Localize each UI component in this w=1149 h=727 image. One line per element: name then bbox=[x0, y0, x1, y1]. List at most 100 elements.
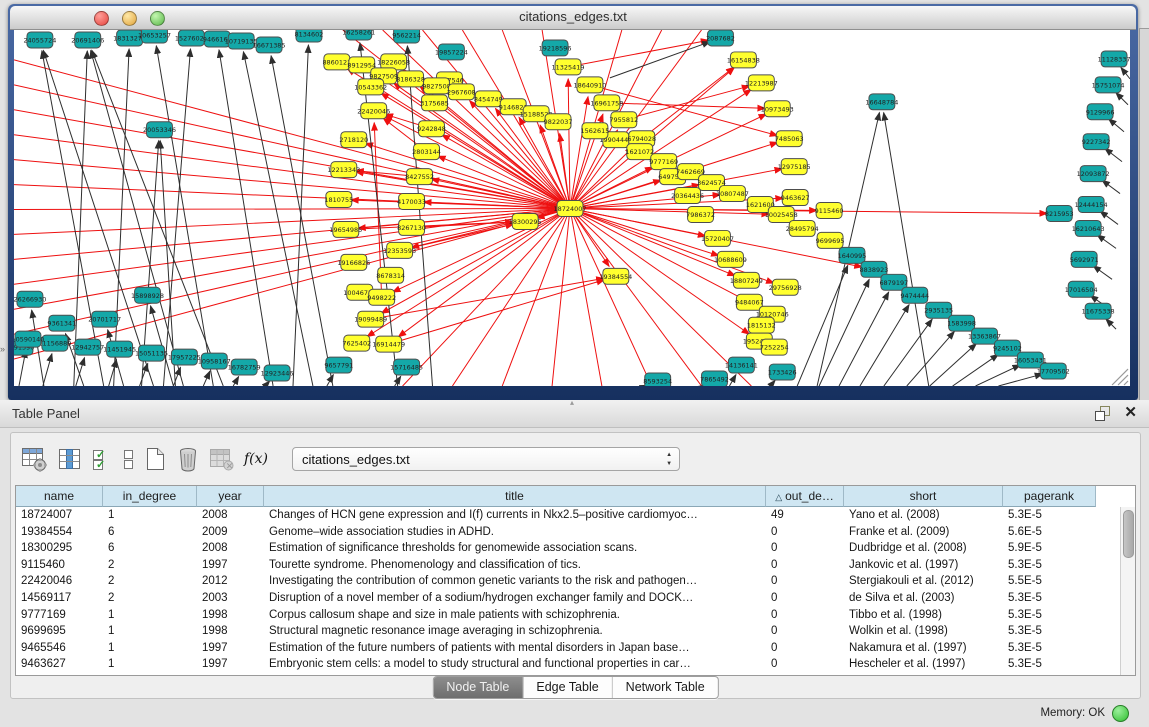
graph-node[interactable]: 12353593 bbox=[383, 242, 416, 258]
table-cell[interactable]: Estimation of significance thresholds fo… bbox=[264, 540, 766, 557]
graph-node[interactable]: 7485063 bbox=[775, 131, 804, 147]
table-cell[interactable]: 1 bbox=[103, 623, 197, 640]
scrollbar-thumb[interactable] bbox=[1123, 510, 1134, 558]
table-cell[interactable]: 5.9E-5 bbox=[1003, 540, 1096, 557]
column-header-short[interactable]: short bbox=[844, 486, 1003, 507]
graph-node[interactable]: 9474444 bbox=[900, 287, 929, 303]
table-cell[interactable]: Jankovic et al. (1997) bbox=[844, 557, 1003, 574]
graph-node[interactable]: 11325419 bbox=[552, 59, 585, 75]
table-cell[interactable]: 5.3E-5 bbox=[1003, 557, 1096, 574]
graph-node[interactable]: 8215953 bbox=[1045, 206, 1074, 222]
graph-node[interactable]: 18724007 bbox=[554, 201, 587, 217]
graph-node[interactable]: 18807249 bbox=[730, 272, 763, 288]
graph-node[interactable]: 10688609 bbox=[714, 251, 747, 267]
graph-node[interactable]: 7625402 bbox=[342, 335, 371, 351]
table-cell[interactable]: 1998 bbox=[197, 623, 264, 640]
new-column-button[interactable] bbox=[144, 446, 167, 472]
graph-node[interactable]: 19654985 bbox=[329, 221, 362, 237]
table-cell[interactable]: de Silva et al. (2003) bbox=[844, 590, 1003, 607]
table-cell[interactable]: 18724007 bbox=[16, 507, 103, 524]
table-cell[interactable]: 0 bbox=[766, 640, 844, 657]
table-cell[interactable]: 2008 bbox=[197, 507, 264, 524]
function-builder-button[interactable]: f(x) bbox=[244, 451, 268, 467]
table-cell[interactable]: 0 bbox=[766, 656, 844, 673]
graph-node[interactable]: 20701717 bbox=[88, 311, 121, 327]
table-cell[interactable]: 5.3E-5 bbox=[1003, 590, 1096, 607]
graph-node[interactable]: 9245102 bbox=[993, 340, 1022, 356]
table-cell[interactable]: Hescheler et al. (1997) bbox=[844, 656, 1003, 673]
graph-node[interactable]: 1810755 bbox=[324, 192, 353, 208]
table-cell[interactable]: 14569117 bbox=[16, 590, 103, 607]
graph-node[interactable]: 15716485 bbox=[390, 359, 423, 375]
graph-node[interactable]: 19166826 bbox=[337, 254, 370, 270]
graph-node[interactable]: 15720407 bbox=[701, 230, 734, 246]
graph-node[interactable]: 9484067 bbox=[735, 294, 764, 310]
column-header-in_degree[interactable]: in_degree bbox=[103, 486, 197, 507]
table-cell[interactable]: 0 bbox=[766, 573, 844, 590]
column-header-year[interactable]: year bbox=[197, 486, 264, 507]
table-cell[interactable]: Tibbo et al. (1998) bbox=[844, 607, 1003, 624]
table-cell[interactable]: Dudbridge et al. (2008) bbox=[844, 540, 1003, 557]
table-cell[interactable]: 2003 bbox=[197, 590, 264, 607]
table-row[interactable]: 946362711997Embryonic stem cells: a mode… bbox=[16, 656, 1135, 673]
table-cell[interactable]: Estimation of the future numbers of pati… bbox=[264, 640, 766, 657]
table-cell[interactable]: 5.3E-5 bbox=[1003, 623, 1096, 640]
graph-node[interactable]: 9361341 bbox=[47, 315, 76, 331]
table-cell[interactable]: 9777169 bbox=[16, 607, 103, 624]
graph-node[interactable]: 16210643 bbox=[1072, 220, 1105, 236]
table-cell[interactable]: 49 bbox=[766, 507, 844, 524]
table-cell[interactable]: 6 bbox=[103, 540, 197, 557]
graph-node[interactable]: 5692971 bbox=[1070, 251, 1099, 267]
table-cell[interactable]: Structural magnetic resonance image aver… bbox=[264, 623, 766, 640]
table-row[interactable]: 946554611997Estimation of the future num… bbox=[16, 640, 1135, 657]
graph-node[interactable]: 8134602 bbox=[295, 30, 324, 42]
table-cell[interactable]: Stergiakouli et al. (2012) bbox=[844, 573, 1003, 590]
graph-node[interactable]: 18640910 bbox=[573, 77, 606, 93]
graph-node[interactable]: 9562214 bbox=[392, 30, 421, 43]
collapsed-panel-chevron-icon[interactable]: » bbox=[0, 344, 5, 354]
graph-node[interactable]: 9129966 bbox=[1086, 104, 1115, 120]
graph-node[interactable]: 8593254 bbox=[643, 373, 672, 386]
table-cell[interactable]: 5.3E-5 bbox=[1003, 640, 1096, 657]
table-cell[interactable]: Wolkin et al. (1998) bbox=[844, 623, 1003, 640]
table-cell[interactable]: 2 bbox=[103, 573, 197, 590]
graph-node[interactable]: 16648784 bbox=[865, 94, 898, 110]
select-all-button[interactable]: ✓ ✓ bbox=[92, 447, 112, 471]
graph-node[interactable]: 17709502 bbox=[1037, 363, 1070, 379]
table-cell[interactable]: 1 bbox=[103, 640, 197, 657]
table-cell[interactable]: 2 bbox=[103, 557, 197, 574]
graph-node[interactable]: 16258261 bbox=[342, 30, 375, 40]
tab-node-table[interactable]: Node Table bbox=[433, 677, 522, 698]
table-cell[interactable]: 9115460 bbox=[16, 557, 103, 574]
table-cell[interactable]: Genome–wide association studies in ADHD. bbox=[264, 524, 766, 541]
column-header-out_de[interactable]: △out_de… bbox=[766, 486, 844, 507]
table-cell[interactable]: Changes of HCN gene expression and I(f) … bbox=[264, 507, 766, 524]
table-cell[interactable]: Yano et al. (2008) bbox=[844, 507, 1003, 524]
graph-node[interactable]: 16782759 bbox=[228, 359, 261, 375]
graph-node[interactable]: 8267130 bbox=[397, 219, 426, 235]
delete-table-button-disabled[interactable]: ✕ bbox=[209, 447, 234, 471]
table-cell[interactable]: 1 bbox=[103, 656, 197, 673]
graph-node[interactable]: 9463627 bbox=[781, 190, 810, 206]
graph-node[interactable]: 9822037 bbox=[544, 114, 573, 130]
graph-node[interactable]: 1583998 bbox=[947, 315, 976, 331]
table-cell[interactable]: 5.3E-5 bbox=[1003, 656, 1096, 673]
table-row[interactable]: 969969511998Structural magnetic resonanc… bbox=[16, 623, 1135, 640]
graph-node[interactable]: 19384554 bbox=[599, 268, 632, 284]
table-selector-dropdown[interactable]: citations_edges.txt ▲▼ bbox=[292, 447, 680, 471]
graph-node[interactable]: 26266930 bbox=[14, 291, 46, 307]
graph-node[interactable]: 16671385 bbox=[253, 37, 286, 53]
table-cell[interactable]: 19384554 bbox=[16, 524, 103, 541]
table-cell[interactable]: 0 bbox=[766, 623, 844, 640]
graph-node[interactable]: 2087682 bbox=[706, 30, 735, 46]
graph-node[interactable]: 9227342 bbox=[1082, 134, 1111, 150]
graph-node[interactable]: 2803144 bbox=[412, 144, 441, 160]
graph-node[interactable]: 9115460 bbox=[815, 203, 844, 219]
graph-node[interactable]: 8186328 bbox=[396, 71, 425, 87]
graph-node[interactable]: 9657791 bbox=[324, 357, 353, 373]
tab-network-table[interactable]: Network Table bbox=[612, 677, 718, 698]
table-cell[interactable]: 5.5E-5 bbox=[1003, 573, 1096, 590]
graph-node[interactable]: 20691406 bbox=[71, 32, 104, 48]
table-row[interactable]: 1830029562008Estimation of significance … bbox=[16, 540, 1135, 557]
network-window-titlebar[interactable]: citations_edges.txt bbox=[10, 6, 1136, 30]
